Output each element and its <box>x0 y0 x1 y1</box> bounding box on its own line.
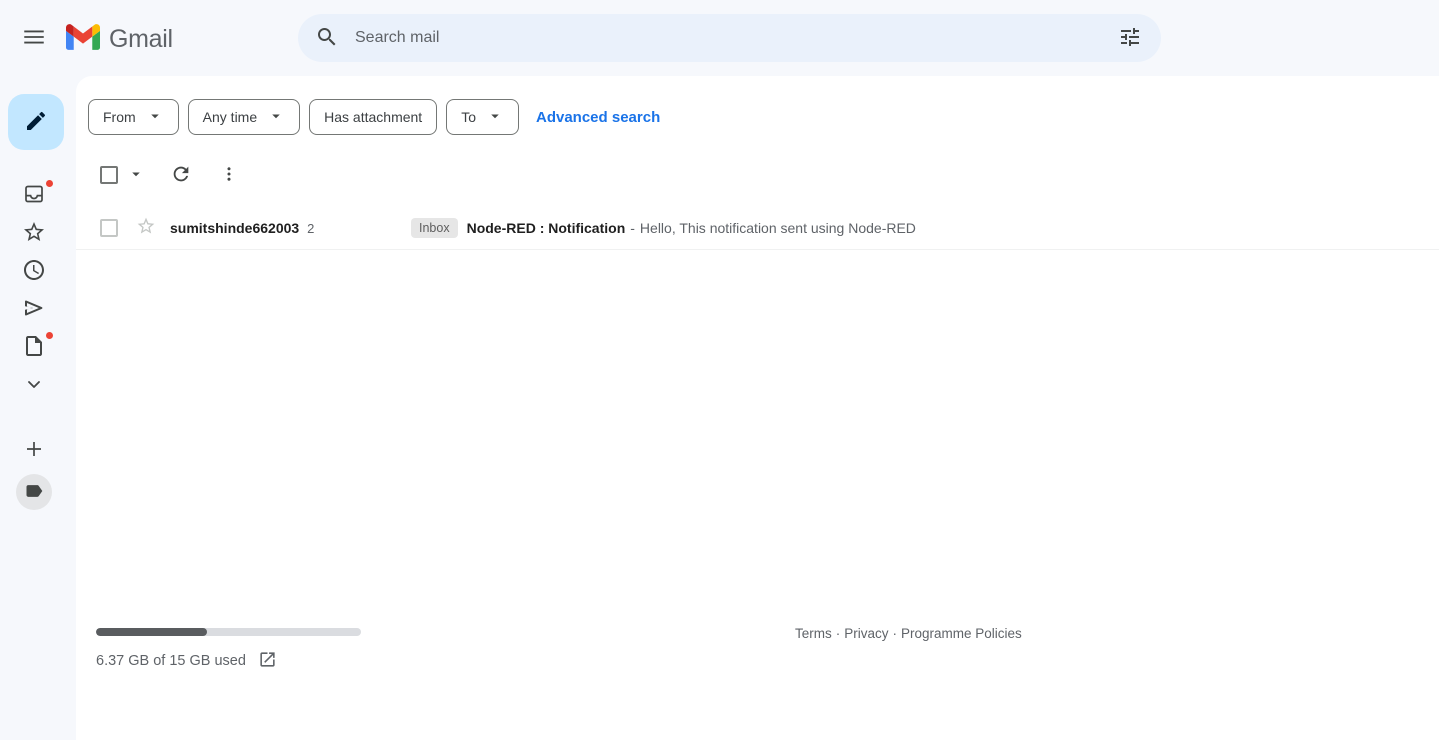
label-icon <box>24 481 44 504</box>
filter-chip-to[interactable]: To <box>446 99 519 135</box>
thread-count: 2 <box>307 221 314 236</box>
chip-label: Any time <box>203 109 257 125</box>
sidebar-item-drafts[interactable] <box>10 328 58 366</box>
sidebar-item-labels[interactable] <box>16 474 52 510</box>
advanced-search-link[interactable]: Advanced search <box>536 109 660 126</box>
row-sender: sumitshinde662003 2 <box>170 220 397 236</box>
tune-icon <box>1118 25 1142 52</box>
terms-link[interactable]: Terms <box>795 626 832 641</box>
subject-snippet-separator: - <box>630 220 635 236</box>
chip-label: Has attachment <box>324 109 422 125</box>
search-input[interactable] <box>351 29 1106 47</box>
filter-chip-any-time[interactable]: Any time <box>188 99 300 135</box>
pencil-icon <box>24 109 48 136</box>
send-icon <box>22 296 46 323</box>
dropdown-arrow-icon <box>146 107 164 128</box>
sidebar-item-inbox[interactable] <box>10 176 58 214</box>
search-filter-chips: From Any time Has attachment To Advanced… <box>88 99 660 135</box>
gmail-logo-text: Gmail <box>109 25 173 54</box>
storage-bar-fill <box>96 628 207 636</box>
main-menu-button[interactable] <box>10 14 58 62</box>
refresh-icon <box>170 163 192 188</box>
row-content: Inbox Node-RED : Notification - Hello, T… <box>411 218 916 238</box>
storage-quota: 6.37 GB of 15 GB used <box>96 628 361 674</box>
footer-separator: · <box>893 626 898 641</box>
footer-separator: · <box>836 626 841 641</box>
sidebar-item-new-label[interactable] <box>10 431 58 469</box>
footer-links: Terms·Privacy·Programme Policies <box>795 626 1022 641</box>
chip-label: From <box>103 109 136 125</box>
filter-chip-has-attachment[interactable]: Has attachment <box>309 99 437 135</box>
sidebar-item-starred[interactable] <box>10 214 58 252</box>
topbar: Gmail <box>0 0 1439 76</box>
more-options-button[interactable] <box>209 155 249 195</box>
inbox-icon <box>22 182 46 209</box>
plus-icon <box>22 437 46 464</box>
more-vert-icon <box>218 163 240 188</box>
drafts-unread-dot <box>45 331 54 340</box>
sidebar-item-more[interactable] <box>10 366 58 404</box>
storage-progress-bar <box>96 628 361 636</box>
dropdown-arrow-icon <box>267 107 285 128</box>
search-icon <box>315 25 339 52</box>
search-options-button[interactable] <box>1106 14 1154 62</box>
inbox-unread-dot <box>45 179 54 188</box>
sidebar-item-snoozed[interactable] <box>10 252 58 290</box>
refresh-button[interactable] <box>161 155 201 195</box>
chevron-down-icon <box>22 372 46 399</box>
select-all-checkbox[interactable] <box>100 166 118 184</box>
clock-icon <box>22 258 46 285</box>
gmail-logo[interactable]: Gmail <box>66 24 173 55</box>
sidebar-item-sent[interactable] <box>10 290 58 328</box>
privacy-link[interactable]: Privacy <box>844 626 888 641</box>
row-star-button[interactable] <box>136 216 156 239</box>
hamburger-icon <box>21 24 47 53</box>
sidebar <box>0 76 76 740</box>
select-dropdown-button[interactable] <box>127 165 145 186</box>
inbox-badge: Inbox <box>411 218 458 238</box>
search-bar[interactable] <box>298 14 1161 62</box>
dropdown-arrow-icon <box>127 165 145 186</box>
compose-button[interactable] <box>8 94 64 150</box>
chip-label: To <box>461 109 476 125</box>
gmail-m-icon <box>66 24 100 55</box>
star-icon <box>136 216 156 239</box>
dropdown-arrow-icon <box>486 107 504 128</box>
open-in-new-icon <box>258 650 277 672</box>
search-submit-button[interactable] <box>303 14 351 62</box>
programme-policies-link[interactable]: Programme Policies <box>901 626 1022 641</box>
storage-label: 6.37 GB of 15 GB used <box>96 653 246 669</box>
row-snippet: Hello, This notification sent using Node… <box>640 220 916 236</box>
storage-manage-link[interactable] <box>256 648 279 674</box>
draft-icon <box>22 334 46 361</box>
row-subject: Node-RED : Notification <box>467 220 626 236</box>
row-checkbox[interactable] <box>100 219 118 237</box>
main-panel: From Any time Has attachment To Advanced… <box>76 76 1439 740</box>
filter-chip-from[interactable]: From <box>88 99 179 135</box>
list-toolbar <box>100 155 249 195</box>
star-icon <box>22 220 46 247</box>
sender-name: sumitshinde662003 <box>170 220 299 236</box>
email-list-row[interactable]: sumitshinde662003 2 Inbox Node-RED : Not… <box>76 206 1439 250</box>
